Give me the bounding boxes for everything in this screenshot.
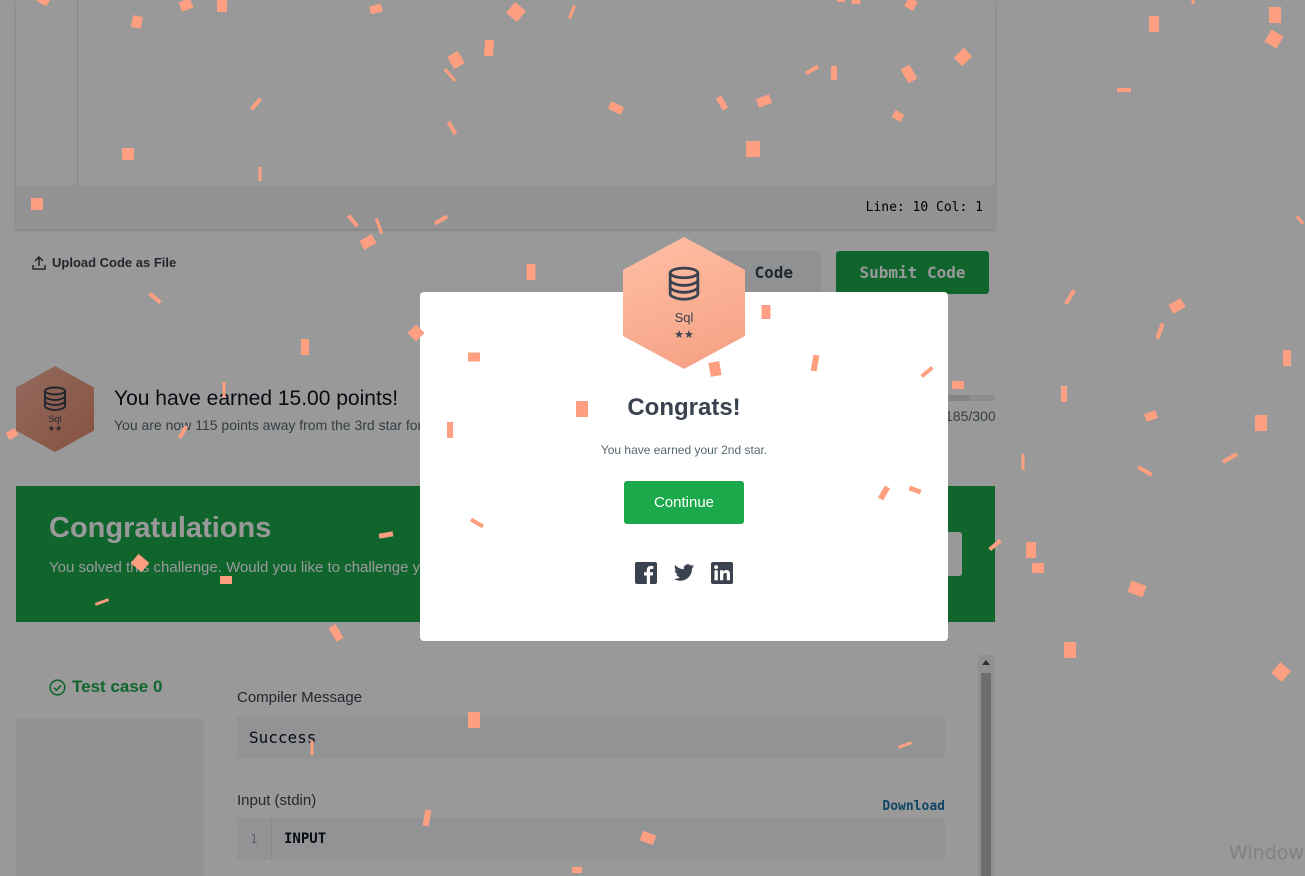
confetti-piece xyxy=(877,485,891,501)
confetti-piece xyxy=(1149,16,1159,32)
confetti-piece xyxy=(469,517,485,529)
confetti-piece xyxy=(908,485,922,495)
confetti-piece xyxy=(443,67,457,83)
confetti-piece xyxy=(1032,563,1044,573)
confetti-piece xyxy=(904,0,918,11)
confetti-piece xyxy=(804,64,820,76)
confetti-piece xyxy=(1271,662,1291,682)
confetti-piece xyxy=(952,381,964,389)
confetti-piece xyxy=(328,624,344,642)
confetti-piece xyxy=(639,830,657,846)
confetti-piece xyxy=(310,741,314,755)
confetti-piece xyxy=(851,0,861,4)
confetti-piece xyxy=(217,0,227,12)
confetti-piece xyxy=(258,167,262,181)
confetti-piece xyxy=(1021,454,1025,470)
confetti-piece xyxy=(953,47,973,67)
confetti-piece xyxy=(506,2,526,22)
confetti-piece xyxy=(761,305,771,319)
confetti-piece xyxy=(1064,642,1076,658)
confetti-piece xyxy=(1127,580,1147,598)
confetti-piece xyxy=(131,15,143,29)
confetti-piece xyxy=(831,66,837,80)
confetti-layer xyxy=(5,0,1305,873)
confetti-piece xyxy=(526,264,536,280)
confetti-piece xyxy=(5,428,19,440)
confetti-piece xyxy=(755,94,773,108)
confetti-piece xyxy=(468,352,480,362)
confetti-piece xyxy=(35,0,51,7)
confetti-piece xyxy=(1117,88,1131,92)
confetti-piece xyxy=(94,598,110,606)
confetti-piece xyxy=(222,382,226,398)
confetti-piece xyxy=(1168,298,1186,314)
confetti-piece xyxy=(483,39,495,57)
confetti-piece xyxy=(374,217,384,235)
confetti-piece xyxy=(446,120,458,136)
confetti-piece xyxy=(920,365,934,379)
confetti-piece xyxy=(576,401,588,417)
confetti-piece xyxy=(346,214,360,228)
confetti-piece xyxy=(249,97,263,111)
confetti-piece xyxy=(301,339,309,355)
confetti-piece xyxy=(988,538,1002,552)
confetti-piece xyxy=(422,809,432,827)
confetti-piece xyxy=(1255,415,1267,431)
confetti-piece xyxy=(715,95,729,111)
confetti-piece xyxy=(122,148,134,160)
confetti-piece xyxy=(1222,452,1238,464)
confetti-piece xyxy=(900,64,918,84)
confetti-piece xyxy=(178,0,194,12)
confetti-piece xyxy=(837,0,845,2)
confetti-piece xyxy=(746,141,760,157)
confetti-piece xyxy=(891,110,905,122)
confetti-piece xyxy=(468,712,480,728)
confetti-piece xyxy=(572,867,582,873)
confetti-piece xyxy=(148,291,162,305)
confetti-piece xyxy=(1191,0,1195,4)
confetti-piece xyxy=(1137,465,1153,477)
confetti-piece xyxy=(810,354,820,372)
confetti-piece xyxy=(31,198,43,210)
confetti-piece xyxy=(447,422,453,438)
confetti-piece xyxy=(1026,542,1036,558)
confetti-piece xyxy=(220,576,232,584)
confetti-piece xyxy=(1283,350,1291,366)
confetti-piece xyxy=(1155,322,1165,340)
confetti-piece xyxy=(568,4,576,20)
confetti-piece xyxy=(407,324,425,342)
confetti-piece xyxy=(130,553,150,573)
confetti-piece xyxy=(1264,29,1284,49)
confetti-piece xyxy=(1064,289,1076,305)
confetti-piece xyxy=(708,361,722,377)
confetti-piece xyxy=(433,214,449,226)
confetti-piece xyxy=(447,50,465,70)
confetti-piece xyxy=(1143,410,1159,422)
confetti-piece xyxy=(378,531,394,539)
confetti-piece xyxy=(897,741,913,749)
confetti-piece xyxy=(607,101,625,115)
confetti-piece xyxy=(177,424,189,440)
confetti-piece xyxy=(359,234,377,250)
confetti-piece xyxy=(1269,7,1281,23)
confetti-piece xyxy=(1295,215,1305,225)
confetti-piece xyxy=(1061,386,1067,402)
confetti-piece xyxy=(369,3,383,15)
